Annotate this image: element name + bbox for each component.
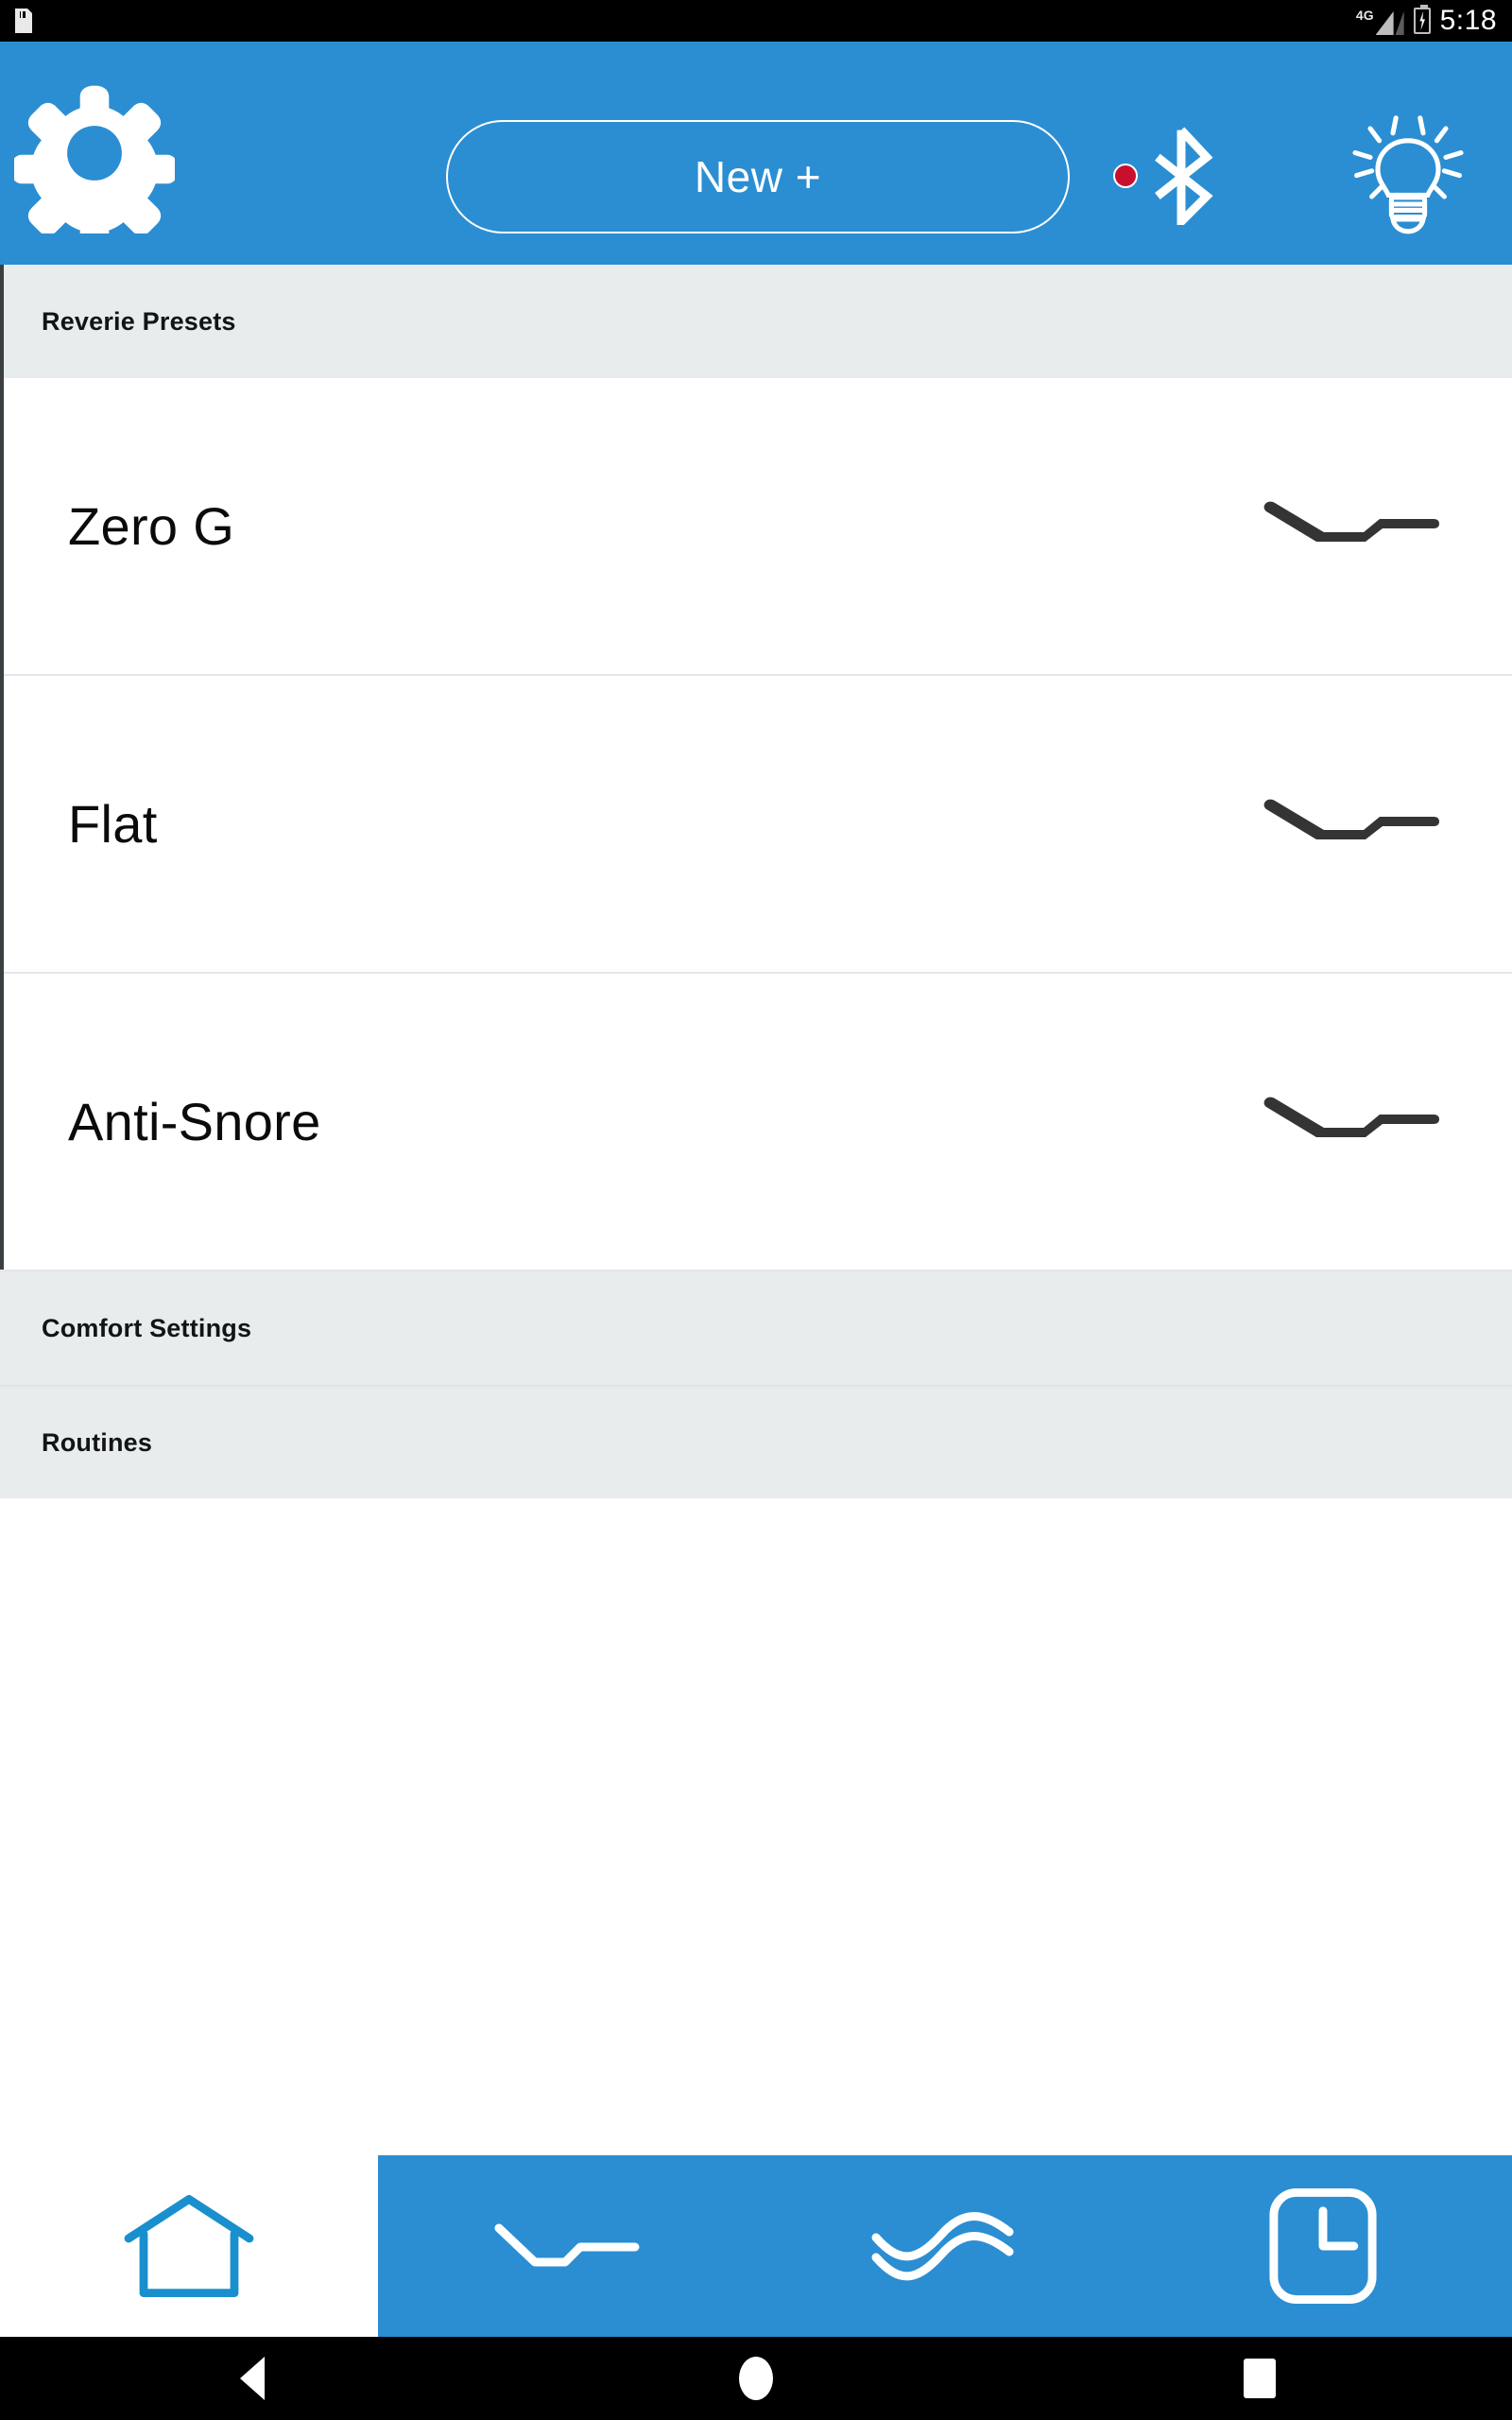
battery-charging-icon (1413, 5, 1431, 34)
nav-tab-home[interactable] (0, 2155, 378, 2337)
collapsed-sections: Comfort Settings Routines (0, 1271, 1512, 1498)
section-title: Reverie Presets (42, 306, 236, 336)
preset-name: Zero G (68, 496, 235, 556)
preset-row-anti-snore[interactable]: Anti-Snore (0, 974, 1512, 1271)
home-icon (124, 2195, 254, 2297)
android-navigation-bar (0, 2337, 1512, 2420)
signal-bars-icon: 4G (1356, 7, 1404, 35)
network-type-label: 4G (1355, 8, 1374, 23)
android-recents-button[interactable] (1156, 2337, 1364, 2420)
bottom-navigation-bar (0, 2155, 1512, 2337)
nav-tab-massage[interactable] (756, 2155, 1134, 2337)
section-header-routines[interactable]: Routines (0, 1385, 1512, 1498)
status-bar-right: 4G 5:18 (1356, 5, 1497, 36)
sd-card-icon (15, 9, 32, 33)
clock-icon (1269, 2187, 1377, 2305)
status-bar-clock: 5:18 (1439, 5, 1497, 36)
preset-name: Flat (68, 794, 158, 854)
section-header-comfort-settings[interactable]: Comfort Settings (0, 1271, 1512, 1385)
android-status-bar: 4G 5:18 (0, 0, 1512, 42)
bed-position-icon (494, 2223, 640, 2267)
massage-wave-icon (871, 2212, 1013, 2281)
preset-name: Anti-Snore (68, 1092, 321, 1151)
android-home-button[interactable] (652, 2337, 860, 2420)
new-preset-button[interactable]: New + (446, 120, 1070, 233)
main-content: Reverie Presets Zero G Flat Anti-Snore C… (0, 265, 1512, 2193)
back-triangle-icon (239, 2357, 265, 2400)
nav-tab-schedule[interactable] (1134, 2155, 1512, 2337)
lightbulb-icon (1352, 115, 1464, 234)
preset-row-flat[interactable]: Flat (0, 676, 1512, 974)
section-title: Comfort Settings (42, 1313, 252, 1342)
left-edge-scroll-indicator (0, 265, 4, 1270)
preset-row-zero-g[interactable]: Zero G (0, 378, 1512, 676)
settings-button[interactable] (0, 42, 189, 265)
nav-tab-positions[interactable] (378, 2155, 756, 2337)
new-preset-label: New + (694, 152, 822, 201)
bluetooth-button[interactable] (1113, 127, 1215, 225)
section-title: Routines (42, 1427, 153, 1457)
bed-position-icon (1263, 1097, 1439, 1137)
android-back-button[interactable] (148, 2337, 356, 2420)
app-bar: New + (0, 42, 1512, 265)
home-circle-icon (738, 2357, 773, 2400)
bed-position-icon (1263, 799, 1439, 839)
bed-position-icon (1263, 501, 1439, 542)
section-header-reverie-presets[interactable]: Reverie Presets (0, 265, 1512, 378)
gear-icon (14, 85, 175, 233)
status-bar-left (15, 9, 32, 33)
bluetooth-icon (1155, 127, 1213, 225)
recents-square-icon (1244, 2359, 1277, 2398)
bluetooth-status-dot (1113, 164, 1138, 188)
light-toggle-button[interactable] (1323, 91, 1493, 242)
